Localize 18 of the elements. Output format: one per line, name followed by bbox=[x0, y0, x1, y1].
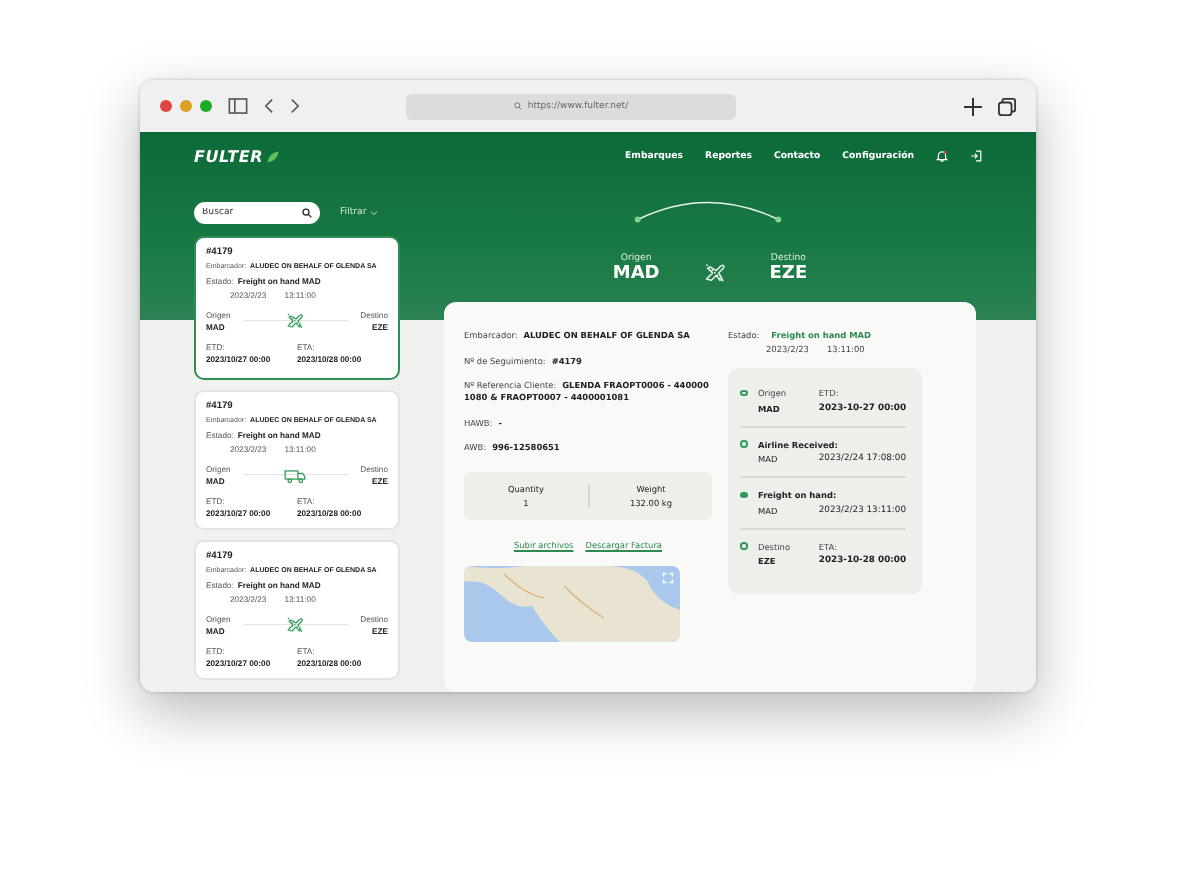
route-code: MAD bbox=[612, 264, 660, 284]
logout-icon[interactable] bbox=[970, 150, 982, 162]
truck-icon bbox=[284, 465, 307, 484]
plane-icon bbox=[286, 615, 305, 634]
plane-icon bbox=[286, 311, 305, 330]
bell-icon[interactable] bbox=[936, 150, 948, 162]
back-icon[interactable] bbox=[264, 98, 274, 114]
tabs-icon[interactable] bbox=[998, 97, 1016, 115]
chevron-down-icon bbox=[370, 210, 379, 216]
search-icon bbox=[513, 102, 522, 110]
forward-icon[interactable] bbox=[290, 98, 300, 114]
search-icon bbox=[302, 208, 312, 218]
sidebar-icon[interactable] bbox=[228, 98, 248, 114]
plane-icon bbox=[703, 262, 726, 284]
route-code: EZE bbox=[769, 264, 808, 284]
leaf-icon bbox=[265, 149, 280, 163]
plus-icon[interactable] bbox=[964, 97, 982, 115]
logo-text: FULTER bbox=[194, 147, 264, 165]
